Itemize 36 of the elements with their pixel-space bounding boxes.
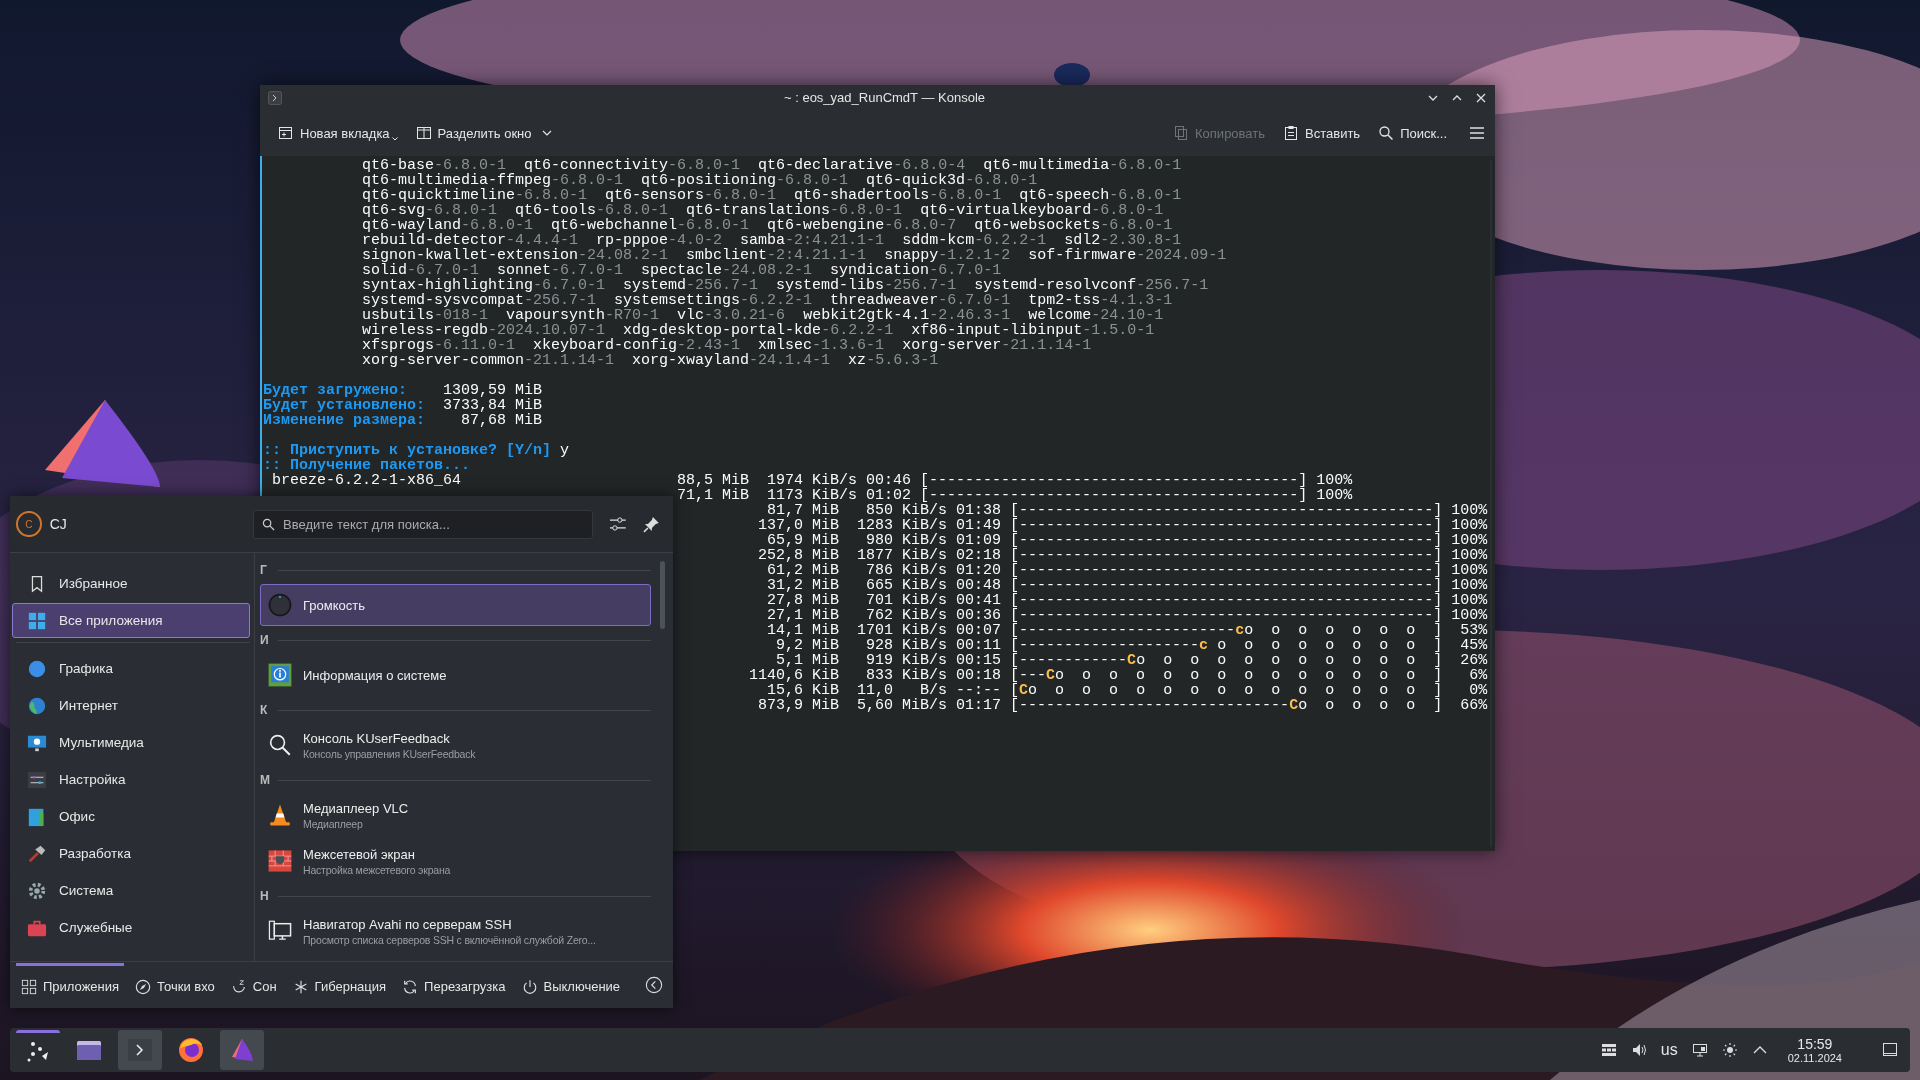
package-line: wireless-regdb-2024.10.07-1 xdg-desktop-portal-kde-6.2.2-1 xf86-input-libinput-1.5.0-1 bbox=[361, 323, 1156, 338]
section-letter: Н bbox=[260, 889, 270, 903]
package-line: xorg-server-common-21.1.14-1 xorg-xwayland-24.1.4-1 xz-5.6.3-1 bbox=[361, 353, 940, 368]
summary-line: Будет установлено: 3733,84 MiB bbox=[263, 398, 544, 413]
package-line: rebuild-detector-4.4.4-1 rp-pppoe-4.0-2 samba-2:4.21.1-1 sddm-kcm-6.2.2-1 sdl2-2.30.8-1 bbox=[361, 233, 1183, 248]
prompt-line: :: Приступить к установке? [Y/n] y bbox=[263, 443, 571, 458]
download-progress: 27,8 MiB 701 KiB/s 00:41 [----------------------------------------------] 100% bbox=[766, 593, 1488, 608]
package-line: qt6-quicktimeline-6.8.0-1 qt6-sensors-6.8.0-1 qt6-shadertools-6.8.0-1 qt6-speech-6.8.0-1 bbox=[361, 188, 1183, 203]
package-line: usbutils-018-1 vapoursynth-R70-1 vlc-3.0.21-6 webkit2gtk-4.1-2.46.3-1 welcome-24.10-1 bbox=[361, 308, 1165, 323]
package-line: qt6-svg-6.8.0-1 qt6-tools-6.8.0-1 qt6-translations-6.8.0-1 qt6-virtualkeyboard-6.8.0-1 bbox=[361, 203, 1165, 218]
download-progress: 27,1 MiB 762 KiB/s 00:36 [----------------------------------------------] 100% bbox=[766, 608, 1488, 623]
summary-line: Изменение размера: 87,68 MiB bbox=[263, 413, 544, 428]
download-progress: 1140,6 KiB 833 KiB/s 00:18 [---Co o o o o o o o o o o o o o ] 6% bbox=[749, 668, 1488, 683]
section-letter: И bbox=[260, 633, 270, 647]
package-line: qt6-multimedia-ffmpeg-6.8.0-1 qt6-positioning-6.8.0-1 qt6-quick3d-6.8.0-1 bbox=[361, 173, 1038, 188]
package-line: syntax-highlighting-6.7.0-1 systemd-256.7-1 systemd-libs-256.7-1 systemd-resolvconf-256.7-1 bbox=[361, 278, 1210, 293]
status-line: :: Получение пакетов... bbox=[263, 458, 472, 473]
section-letter: Г bbox=[260, 563, 268, 577]
download-progress: 14,1 MiB 1701 KiB/s 00:07 [------------------------co o o o o o o ] 53% bbox=[766, 623, 1488, 638]
download-progress: 5,1 MiB 919 KiB/s 00:15 [------------Co o o o o o o o o o o ] 26% bbox=[775, 653, 1488, 668]
section-letter: М bbox=[260, 773, 270, 787]
window-title: ~ : eos_yad_RunCmdT — Konsole bbox=[783, 90, 986, 105]
download-progress: 9,2 MiB 928 KiB/s 00:11 [--------------------c o o o o o o o o ] 45% bbox=[775, 638, 1488, 653]
download-progress: 873,9 MiB 5,60 MiB/s 01:17 [------------------------------Co o o o o ] 66% bbox=[757, 698, 1488, 713]
section-letter: К bbox=[260, 703, 269, 717]
package-line: qt6-base-6.8.0-1 qt6-connectivity-6.8.0-1 qt6-declarative-6.8.0-4 qt6-multimedia-6.8.0-1 bbox=[361, 158, 1183, 173]
package-line: systemd-sysvcompat-256.7-1 systemsettings-6.2.2-1 threadweaver-6.7.0-1 tpm2-tss-4.1.3-1 bbox=[361, 293, 1174, 308]
user-name: CJ bbox=[49, 516, 68, 532]
package-line: solid-6.7.0-1 sonnet-6.7.0-1 spectacle-24.08.2-1 syndication-6.7.0-1 bbox=[361, 263, 1002, 278]
package-line: signon-kwallet-extension-24.08.2-1 smbclient-2:4.21.1-1 snappy-1.2.1-2 sof-firmware-2024.09-1 bbox=[361, 248, 1228, 263]
package-line: xfsprogs-6.11.0-1 xkeyboard-config-2.43-1 xmlsec-1.3.6-1 xorg-server-21.1.14-1 bbox=[361, 338, 1093, 353]
summary-line: Будет загружено: 1309,59 MiB bbox=[263, 383, 544, 398]
avatar: C bbox=[16, 511, 42, 537]
download-progress: 15,6 KiB 11,0 B/s --:-- [Co o o o o o o o o o o o o o o ] 0% bbox=[766, 683, 1488, 698]
package-line: qt6-wayland-6.8.0-1 qt6-webchannel-6.8.0-1 qt6-webengine-6.8.0-7 qt6-websockets-6.8.0-1 bbox=[361, 218, 1174, 233]
package-name: breeze-6.2.2-1-x86_64 bbox=[272, 473, 463, 488]
